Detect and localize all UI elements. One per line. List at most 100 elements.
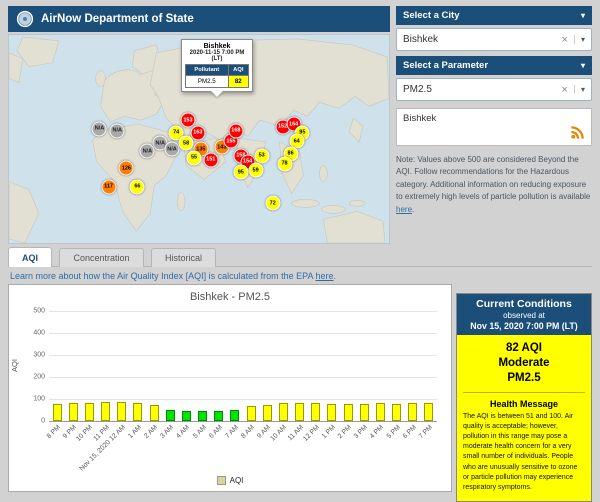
aqi-bar[interactable]	[327, 404, 336, 421]
cc-aqi-value: 82 AQI	[463, 341, 585, 356]
aqi-bar[interactable]	[376, 403, 385, 421]
cc-title: Current Conditions	[460, 298, 588, 310]
chart-legend[interactable]: AQI	[9, 476, 451, 485]
parameter-select-value: PM2.5	[403, 84, 562, 95]
clear-parameter-icon[interactable]: ×	[562, 84, 568, 96]
app-header: AirNow Department of State	[8, 6, 390, 32]
current-conditions-body: 82 AQI Moderate PM2.5 Health Message The…	[457, 335, 591, 501]
chevron-down-icon: ▾	[581, 11, 585, 20]
learn-more-prefix: Learn more about how the Air Quality Ind…	[10, 271, 316, 281]
y-gridline	[49, 377, 437, 378]
y-tick-label: 0	[41, 418, 45, 425]
chart-plot-area: 01002003004005008 PM9 PM10 PM11 PMNov 15…	[49, 311, 437, 421]
aqi-bar[interactable]	[279, 403, 288, 421]
app-title: AirNow Department of State	[41, 13, 194, 25]
rss-feed-label: Bishkek	[403, 113, 436, 124]
y-gridline	[49, 355, 437, 356]
learn-more-link[interactable]: here	[316, 271, 334, 281]
clear-city-icon[interactable]: ×	[562, 34, 568, 46]
aqi-bar[interactable]	[214, 411, 223, 421]
aqi-map-marker[interactable]: 58	[179, 136, 194, 151]
aqi-bar[interactable]	[198, 411, 207, 421]
aqi-map-marker[interactable]: 55	[187, 150, 202, 165]
aqi-bar[interactable]	[263, 405, 272, 422]
aqi-bar[interactable]	[230, 410, 239, 421]
aqi-map-marker[interactable]: N/A	[165, 142, 180, 157]
aqi-bar[interactable]	[53, 404, 62, 421]
y-gridline	[49, 333, 437, 334]
note-text: Note: Values above 500 are considered Be…	[396, 155, 590, 201]
aqi-map-marker[interactable]: 78	[277, 156, 292, 171]
aqi-bar[interactable]	[85, 403, 94, 421]
aqi-map-marker[interactable]: N/A	[110, 123, 125, 138]
y-axis-label: AQI	[10, 359, 19, 372]
aqi-map-marker[interactable]: 95	[233, 165, 248, 180]
y-tick-label: 400	[33, 330, 45, 337]
popup-arrow	[211, 91, 223, 97]
learn-more-suffix: .	[334, 271, 337, 281]
y-tick-label: 100	[33, 396, 45, 403]
parameter-select[interactable]: PM2.5 × ▾	[396, 78, 592, 101]
cc-divider	[463, 392, 585, 393]
learn-more-text: Learn more about how the Air Quality Ind…	[10, 271, 336, 281]
popup-pollutant-value: PM2.5	[186, 76, 229, 88]
aqi-map-marker[interactable]: N/A	[92, 121, 107, 136]
aqi-bar[interactable]	[408, 403, 417, 421]
cc-health-text: The AQI is between 51 and 100. Air quali…	[463, 412, 585, 493]
aqi-map-marker[interactable]: 163	[190, 125, 205, 140]
popup-city: Bishkek	[185, 43, 249, 50]
y-gridline	[49, 399, 437, 400]
aqi-map-marker[interactable]: N/A	[140, 144, 155, 159]
parameter-dropdown-caret-icon[interactable]: ▾	[574, 85, 585, 94]
legend-label: AQI	[230, 476, 244, 485]
aqi-bar[interactable]	[247, 406, 256, 421]
tab-concentration[interactable]: Concentration	[59, 248, 143, 267]
beyond-aqi-note: Note: Values above 500 are considered Be…	[396, 154, 592, 216]
aqi-bar[interactable]	[182, 411, 191, 421]
note-link[interactable]: here	[396, 205, 412, 214]
aqi-map-marker[interactable]: 168	[228, 123, 243, 138]
aqi-bar[interactable]	[133, 403, 142, 421]
aqi-map-marker[interactable]: 117	[101, 179, 116, 194]
aqi-map-marker[interactable]: 66	[130, 179, 145, 194]
map-popup: Bishkek 2020-11-15 7:00 PM (LT) Pollutan…	[181, 39, 253, 92]
chevron-down-icon: ▾	[581, 61, 585, 70]
cc-observed-at: observed at	[460, 311, 588, 320]
y-tick-label: 300	[33, 352, 45, 359]
cc-health-header: Health Message	[463, 399, 585, 409]
aqi-bar[interactable]	[295, 403, 304, 421]
aqi-bar[interactable]	[101, 402, 110, 421]
select-city-header[interactable]: Select a City ▾	[396, 6, 592, 25]
chart-title: Bishkek - PM2.5	[9, 291, 451, 303]
aqi-bar[interactable]	[69, 403, 78, 421]
dos-seal-logo	[16, 10, 34, 28]
aqi-map-marker[interactable]: 126	[119, 161, 134, 176]
tab-bar: AQI Concentration Historical	[8, 247, 592, 267]
cc-datetime: Nov 15, 2020 7:00 PM (LT)	[460, 321, 588, 331]
world-map[interactable]: N/AN/AN/AN/AN/A1261176615374163581355515…	[8, 34, 390, 244]
tab-aqi[interactable]: AQI	[8, 247, 52, 267]
legend-swatch	[217, 476, 226, 485]
city-select[interactable]: Bishkek × ▾	[396, 28, 592, 51]
city-select-value: Bishkek	[403, 34, 562, 45]
aqi-bar[interactable]	[166, 410, 175, 421]
aqi-bar[interactable]	[360, 404, 369, 421]
city-dropdown-caret-icon[interactable]: ▾	[574, 35, 585, 44]
aqi-map-marker[interactable]: 53	[254, 148, 269, 163]
select-parameter-header[interactable]: Select a Parameter ▾	[396, 56, 592, 75]
rss-icon[interactable]	[570, 125, 585, 140]
aqi-bar[interactable]	[311, 403, 320, 421]
select-parameter-label: Select a Parameter	[403, 60, 488, 71]
aqi-map-marker[interactable]: 59	[248, 163, 263, 178]
select-city-label: Select a City	[403, 10, 460, 21]
aqi-map-marker[interactable]: 72	[265, 196, 280, 211]
aqi-bar[interactable]	[424, 403, 433, 421]
aqi-bar[interactable]	[344, 404, 353, 421]
aqi-map-marker[interactable]: 151	[203, 152, 218, 167]
aqi-bar[interactable]	[150, 405, 159, 421]
aqi-bar[interactable]	[392, 404, 401, 421]
aqi-bar[interactable]	[117, 402, 126, 421]
current-conditions-header: Current Conditions observed at Nov 15, 2…	[457, 294, 591, 335]
popup-timezone: (LT)	[185, 56, 249, 62]
tab-historical[interactable]: Historical	[151, 248, 216, 267]
